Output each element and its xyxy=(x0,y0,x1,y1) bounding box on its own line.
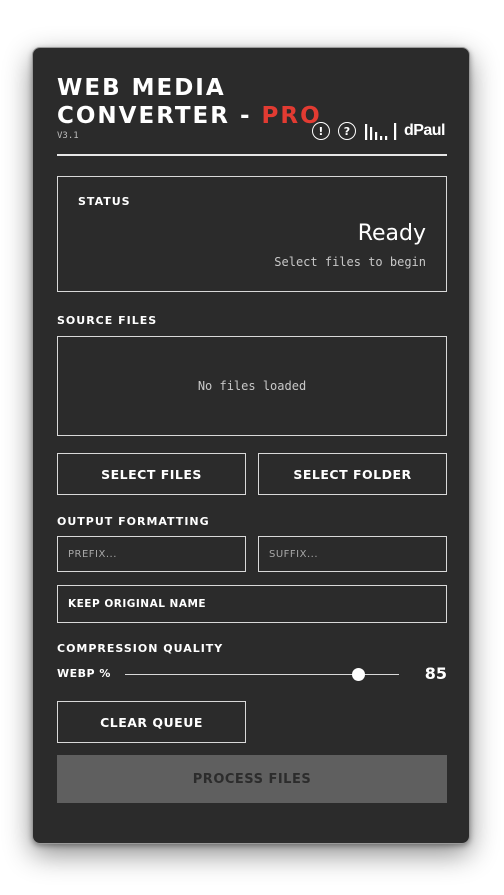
source-files-list[interactable]: No files loaded xyxy=(57,336,447,436)
status-panel: STATUS Ready Select files to begin xyxy=(57,176,447,292)
app-title-line2-text: CONVERTER - xyxy=(57,103,262,129)
app-title-line2: CONVERTER - PRO xyxy=(57,102,322,130)
clear-queue-button[interactable]: CLEAR QUEUE xyxy=(57,701,246,743)
process-files-button[interactable]: PROCESS FILES xyxy=(57,755,447,803)
help-icon[interactable]: ? xyxy=(337,122,356,140)
status-hint: Select files to begin xyxy=(274,255,426,269)
brand-logo: dPaul xyxy=(364,122,446,140)
info-icon[interactable]: ! xyxy=(311,122,330,140)
quality-slider-track[interactable] xyxy=(125,668,399,681)
files-empty-message: No files loaded xyxy=(197,379,307,393)
status-label: STATUS xyxy=(78,195,131,208)
logo-text: dPaul xyxy=(403,122,446,139)
quality-slider-thumb[interactable] xyxy=(351,668,365,681)
prefix-input[interactable] xyxy=(57,536,246,572)
header-icons: ! ? dPaul xyxy=(311,121,446,141)
quality-value: 85 xyxy=(424,664,447,683)
app-title-line1: WEB MEDIA xyxy=(57,75,226,101)
suffix-input[interactable] xyxy=(258,536,447,572)
source-files-label: SOURCE FILES xyxy=(57,314,158,327)
app-window: WEB MEDIA CONVERTER - PRO V3.1 ! ? dPaul… xyxy=(32,47,470,844)
version-label: V3.1 xyxy=(57,131,79,141)
webp-quality-label: WEBP % xyxy=(57,667,111,680)
quality-slider-row: WEBP % 85 xyxy=(57,662,447,686)
keep-original-name-toggle[interactable]: KEEP ORIGINAL NAME xyxy=(57,585,447,623)
status-value: Ready xyxy=(357,221,426,246)
select-folder-button[interactable]: SELECT FOLDER xyxy=(258,453,447,495)
output-formatting-label: OUTPUT FORMATTING xyxy=(57,515,210,528)
select-files-button[interactable]: SELECT FILES xyxy=(57,453,246,495)
header-divider xyxy=(57,154,447,156)
app-title: WEB MEDIA CONVERTER - PRO xyxy=(57,74,322,130)
equalizer-icon xyxy=(364,123,397,140)
compression-quality-label: COMPRESSION QUALITY xyxy=(57,642,224,655)
